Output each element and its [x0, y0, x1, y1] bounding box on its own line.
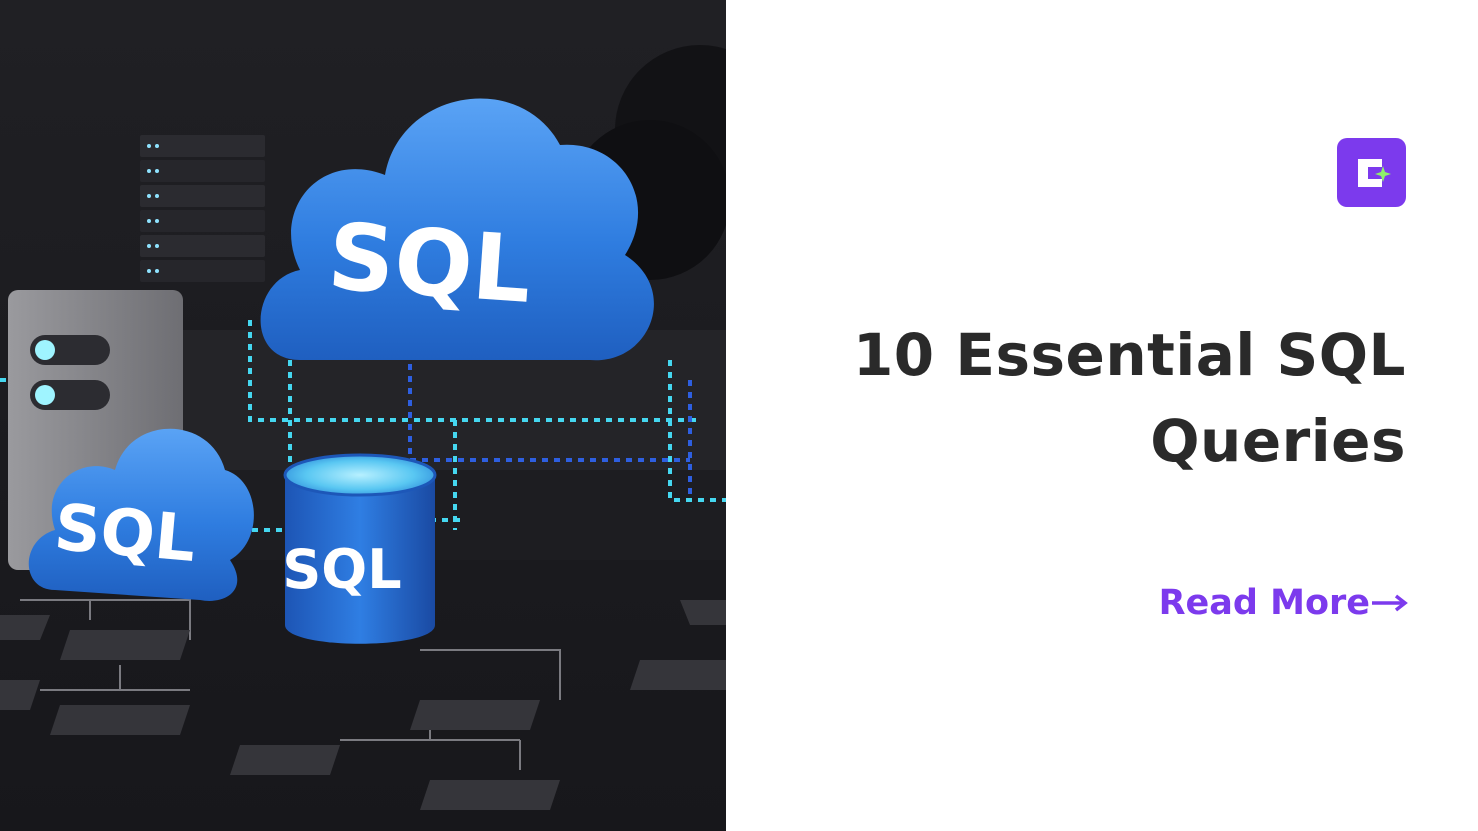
article-content: 10 Essential SQL Queries Read More	[726, 0, 1478, 831]
article-card[interactable]: SQL SQL SQL 10 Essential SQL Queries Rea…	[0, 0, 1478, 831]
logo-mark	[1357, 158, 1391, 187]
hero-illustration: SQL SQL SQL	[0, 0, 726, 831]
c-sparkle-logo-icon	[1337, 138, 1406, 207]
database-cylinder-graphic: SQL	[282, 453, 437, 644]
read-more-link[interactable]: Read More	[1159, 583, 1408, 623]
arrow-right-icon	[1372, 594, 1408, 612]
article-title: 10 Essential SQL Queries	[786, 312, 1406, 484]
article-title-line-1: 10 Essential SQL	[852, 321, 1406, 389]
cylinder-label: SQL	[282, 538, 401, 601]
small-cloud-label: SQL	[51, 491, 198, 577]
article-title-line-2: Queries	[1150, 407, 1406, 475]
large-cloud-label: SQL	[325, 203, 535, 324]
read-more-label: Read More	[1158, 583, 1370, 623]
